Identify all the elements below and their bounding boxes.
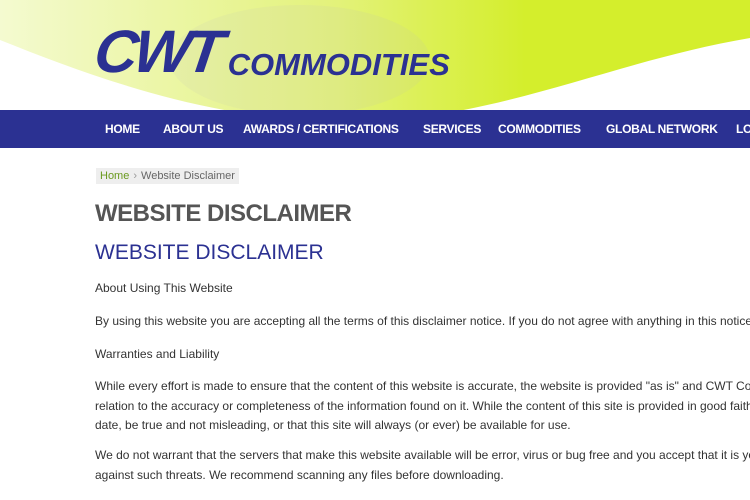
breadcrumb-home[interactable]: Home [100, 170, 129, 182]
nav-about-us[interactable]: ABOUT US [163, 122, 224, 136]
site-header: CWT COMMODITIES [0, 0, 750, 110]
content-heading: WEBSITE DISCLAIMER [95, 241, 324, 264]
text-line: About Using This Website [95, 281, 233, 295]
text-line: relation to the accuracy or completeness… [95, 398, 750, 413]
paragraph-warranties-heading: Warranties and Liability [95, 345, 750, 365]
nav-location[interactable]: LO [736, 122, 750, 136]
logo-mark: CWT [90, 18, 225, 85]
nav-home[interactable]: HOME [105, 122, 140, 136]
breadcrumb-current: Website Disclaimer [141, 170, 235, 182]
paragraph-acceptance: By using this website you are accepting … [95, 312, 750, 332]
text-line: By using this website you are accepting … [95, 314, 750, 328]
text-line: Warranties and Liability [95, 347, 220, 361]
page-title: WEBSITE DISCLAIMER [95, 200, 352, 227]
nav-awards-certifications[interactable]: AWARDS / CERTIFICATIONS [243, 122, 399, 136]
main-nav: HOME ABOUT US AWARDS / CERTIFICATIONS SE… [0, 110, 750, 148]
nav-commodities[interactable]: COMMODITIES [498, 122, 581, 136]
text-line: date, be true and not misleading, or tha… [95, 418, 571, 432]
breadcrumb: Home › Website Disclaimer [96, 168, 239, 184]
paragraph-servers: We do not warrant that the servers that … [95, 446, 750, 485]
logo[interactable]: CWT COMMODITIES [90, 18, 450, 85]
text-line: While every effort is made to ensure tha… [95, 379, 750, 393]
breadcrumb-separator: › [133, 170, 138, 182]
paragraph-accuracy: While every effort is made to ensure tha… [95, 377, 750, 436]
paragraph-about: About Using This Website [95, 279, 750, 299]
text-line: We do not warrant that the servers that … [95, 448, 750, 462]
logo-text: COMMODITIES [227, 47, 450, 82]
nav-services[interactable]: SERVICES [423, 122, 481, 136]
text-line: against such threats. We recommend scann… [95, 467, 504, 482]
nav-global-network[interactable]: GLOBAL NETWORK [606, 122, 718, 136]
